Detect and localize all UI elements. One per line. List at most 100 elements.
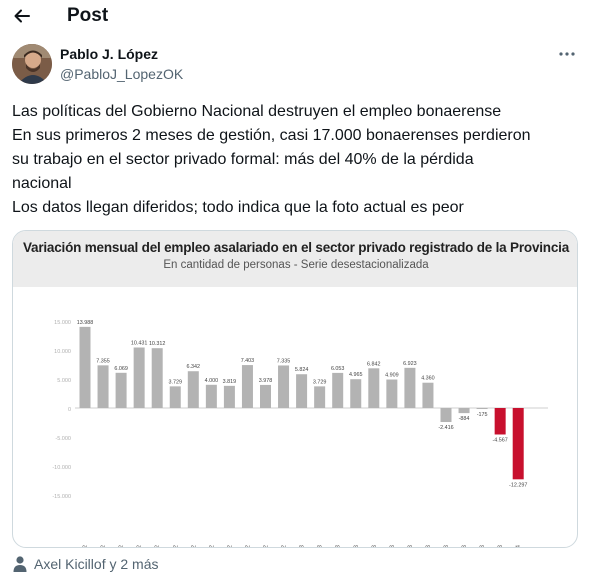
x-tick-label: ene-24 <box>516 544 522 548</box>
chart-title: Variación mensual del empleo asalariado … <box>22 240 570 255</box>
data-label: 6.842 <box>367 361 381 367</box>
data-label: 3.729 <box>313 379 327 385</box>
bar <box>458 408 470 414</box>
x-tick-label: may-23 <box>372 544 378 548</box>
data-label: 13.988 <box>77 320 94 326</box>
x-tick-label: abr-22 <box>137 544 143 548</box>
data-label: -175 <box>477 412 488 418</box>
x-tick-label: dic-23 <box>498 544 504 548</box>
bar <box>133 347 145 408</box>
more-options-button[interactable] <box>554 46 580 62</box>
bar <box>278 365 290 408</box>
bar <box>422 382 434 408</box>
data-label: 5.824 <box>295 367 309 373</box>
x-tick-label: sep-22 <box>227 544 233 548</box>
bar <box>350 379 362 408</box>
x-tick-label: ene-23 <box>300 544 306 548</box>
y-tick-label: 10.000 <box>54 349 71 355</box>
x-tick-label: oct-22 <box>245 544 251 548</box>
x-tick-label: feb-22 <box>101 544 107 548</box>
data-label: -884 <box>459 416 470 422</box>
back-arrow-icon <box>14 9 30 23</box>
chart-image[interactable]: Variación mensual del empleo asalariado … <box>12 230 578 548</box>
bar <box>476 408 488 410</box>
bar-chart: 15.000 10.000 5.000 0 -5.000 -10.000 -15.000 13… <box>52 320 548 548</box>
liked-by-text: Axel Kicillof y 2 más <box>34 556 159 572</box>
data-label: 7.403 <box>241 358 255 364</box>
post-header: Post <box>0 0 594 34</box>
y-tick-label: 15.000 <box>54 320 71 326</box>
data-label: 6.053 <box>331 366 345 372</box>
bar <box>386 379 398 408</box>
x-tick-label: ago-23 <box>426 544 432 548</box>
data-label: 7.355 <box>96 358 110 364</box>
data-label: 6.342 <box>187 364 201 370</box>
x-tick-label: jul-22 <box>191 544 197 548</box>
author-handle[interactable]: @PabloJ_LopezOK <box>60 66 183 82</box>
author-name[interactable]: Pablo J. López <box>60 46 158 62</box>
tweet-line: Las políticas del Gobierno Nacional dest… <box>12 103 502 120</box>
data-label: 3.729 <box>169 379 183 385</box>
y-tick-label: 5.000 <box>57 378 71 384</box>
x-tick-label: ene-22 <box>83 544 89 548</box>
x-tick-label: nov-22 <box>264 544 270 548</box>
data-label: 3.819 <box>223 379 237 385</box>
y-tick-label: -5.000 <box>55 436 71 442</box>
back-button[interactable] <box>8 2 36 30</box>
x-tick-label: jun-23 <box>390 544 396 548</box>
x-tick-label: feb-23 <box>318 544 324 548</box>
data-label: 4.965 <box>349 372 363 378</box>
data-label: -2.416 <box>438 425 453 431</box>
data-label: 6.069 <box>114 366 128 372</box>
tweet-line: su trabajo en el sector privado formal: … <box>12 151 474 168</box>
bar <box>314 386 326 408</box>
data-label: 4.360 <box>421 376 435 382</box>
bar <box>404 367 416 408</box>
y-tick-label: 0 <box>68 407 71 413</box>
y-tick-label: -10.000 <box>52 465 71 471</box>
bar <box>368 368 380 408</box>
more-icon <box>559 52 575 56</box>
liked-by-row[interactable]: Axel Kicillof y 2 más <box>12 553 158 575</box>
data-label: 7.335 <box>277 358 291 364</box>
tweet-text: Las políticas del Gobierno Nacional dest… <box>12 100 582 220</box>
x-tick-label: jul-23 <box>408 544 414 548</box>
chart-subtitle: En cantidad de personas - Serie desestac… <box>163 259 429 271</box>
bar <box>332 372 344 408</box>
chart-header: Variación mensual del empleo asalariado … <box>13 231 577 287</box>
x-tick-label: ago-22 <box>209 544 215 548</box>
bar <box>223 385 235 408</box>
x-tick-label: oct-23 <box>462 544 468 548</box>
tweet-line: En sus primeros 2 meses de gestión, casi… <box>12 127 531 144</box>
bar <box>494 408 506 435</box>
tweet-line: nacional <box>12 175 72 192</box>
bar <box>260 384 271 408</box>
data-label: 4.909 <box>385 373 399 379</box>
bar <box>296 374 308 408</box>
x-tick-label: jun-22 <box>173 544 179 548</box>
bar <box>512 408 524 480</box>
x-tick-label: abr-23 <box>354 544 360 548</box>
bar <box>440 408 452 423</box>
data-label: 3.978 <box>259 378 273 384</box>
person-icon <box>13 556 27 572</box>
data-label: -4.567 <box>493 437 508 443</box>
x-tick-label: nov-23 <box>480 544 486 548</box>
x-tick-label: dic-22 <box>282 544 288 548</box>
avatar[interactable] <box>12 44 52 84</box>
bar <box>169 386 181 408</box>
x-tick-label: sep-23 <box>444 544 450 548</box>
x-tick-label: may-22 <box>155 544 161 548</box>
bar <box>205 384 217 408</box>
data-label: -12.297 <box>509 482 527 488</box>
page-title: Post <box>67 5 109 26</box>
x-tick-label: mar-23 <box>336 544 342 548</box>
x-tick-label: mar-22 <box>119 544 125 548</box>
y-tick-label: -15.000 <box>52 494 71 500</box>
bar <box>241 365 253 408</box>
data-label: 6.923 <box>403 361 417 367</box>
bar <box>151 348 163 408</box>
tweet-line: Los datos llegan diferidos; todo indica … <box>12 199 464 216</box>
data-label: 10.312 <box>149 341 166 347</box>
bar <box>97 365 109 408</box>
